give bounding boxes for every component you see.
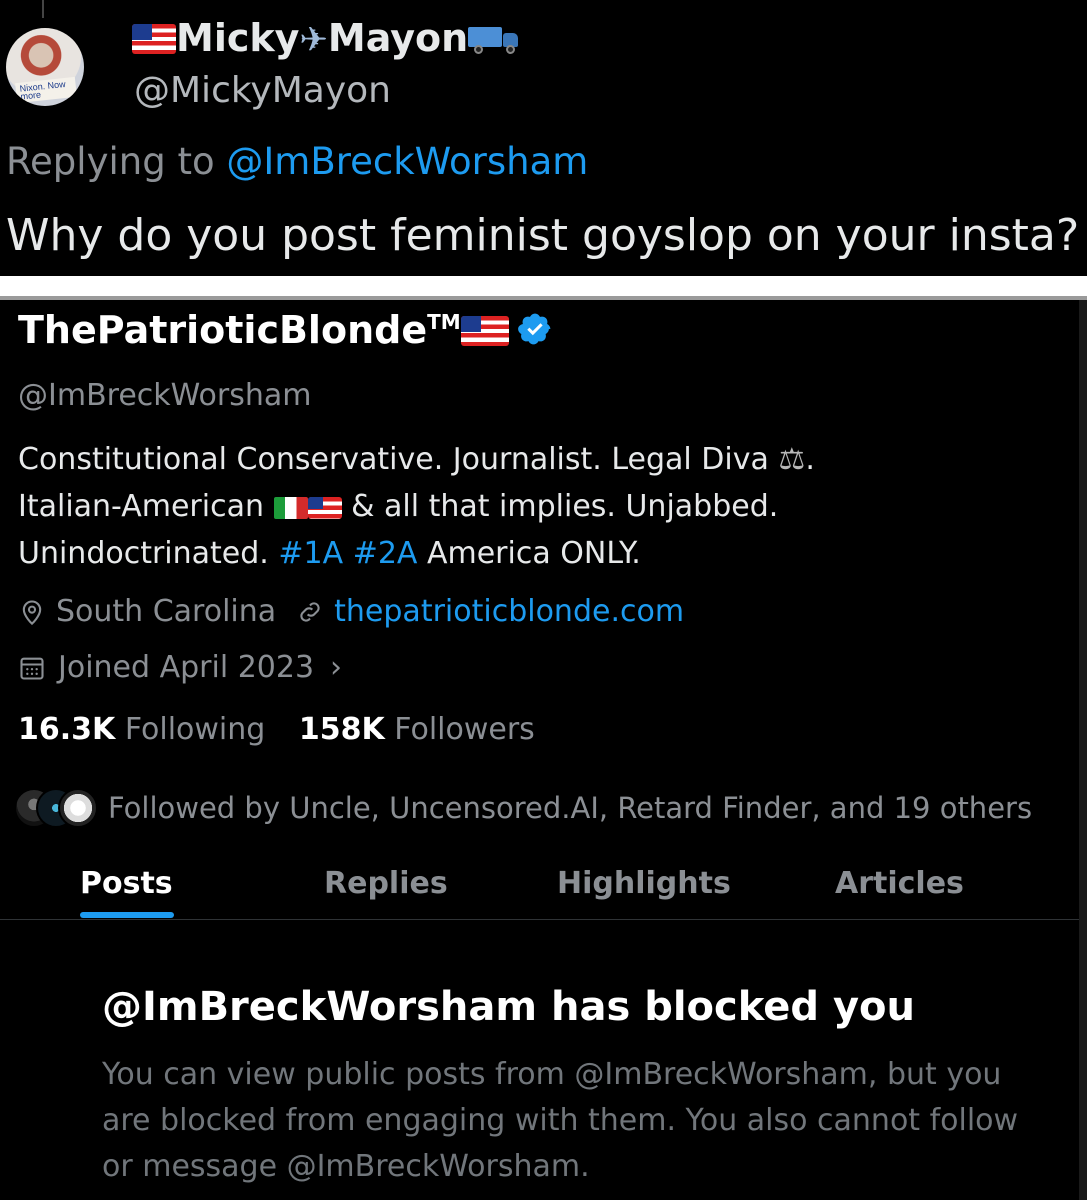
tab-highlights[interactable]: Highlights <box>557 866 731 901</box>
scales-icon: ⚖ <box>778 442 806 477</box>
trademark: TM <box>427 310 461 334</box>
reply-tweet: Nixon. Now more Micky✈Mayon @MickyMayon … <box>0 0 1087 276</box>
bio-line3-start: Unindoctrinated. <box>18 536 279 571</box>
display-name-part2: Mayon <box>327 16 469 60</box>
hashtag-2a[interactable]: #2A <box>353 536 418 571</box>
replying-to-link[interactable]: @ImBreckWorsham <box>226 140 588 183</box>
location-pin-icon <box>22 600 42 625</box>
separator <box>0 276 1087 302</box>
profile-tabs: Posts Replies Highlights Articles <box>0 856 1079 920</box>
avatar-sign: Nixon. Now more <box>15 76 77 104</box>
followers-stat[interactable]: 158K Followers <box>299 712 535 747</box>
profile-panel: ThePatrioticBlondeTM @ImBreckWorsham Con… <box>0 300 1087 1200</box>
italy-flag-icon <box>273 497 308 519</box>
follow-stats: 16.3K Following 158K Followers <box>18 712 559 747</box>
following-count: 16.3K <box>18 712 116 747</box>
reply-text: Why do you post feminist goyslop on your… <box>6 210 1080 261</box>
reply-display-name[interactable]: Micky✈Mayon <box>132 16 520 60</box>
bio-line3-end: America ONLY. <box>417 536 641 571</box>
tab-posts[interactable]: Posts <box>80 866 173 901</box>
thread-line <box>42 0 44 18</box>
blocked-notice-title: @ImBreckWorsham has blocked you <box>102 984 915 1030</box>
active-tab-indicator <box>80 912 174 918</box>
following-stat[interactable]: 16.3K Following <box>18 712 265 747</box>
profile-meta-location-website: South Carolina thepatrioticblonde.com <box>18 594 684 629</box>
reply-handle[interactable]: @MickyMayon <box>134 70 391 111</box>
chevron-right-icon: › <box>330 650 343 685</box>
profile-meta-joined[interactable]: Joined April 2023 › <box>18 650 342 685</box>
truck-icon <box>468 25 520 54</box>
calendar-icon <box>20 657 44 680</box>
tab-replies[interactable]: Replies <box>324 866 448 901</box>
display-name-part1: Micky <box>176 16 300 60</box>
replying-prefix: Replying to <box>6 140 227 183</box>
hashtag-1a[interactable]: #1A <box>278 536 343 571</box>
bio-line1-end: . <box>805 442 815 477</box>
avatar[interactable]: Nixon. Now more <box>6 28 84 106</box>
profile-display-name: ThePatrioticBlondeTM <box>18 308 553 352</box>
us-flag-icon <box>460 316 509 346</box>
following-label: Following <box>124 712 266 747</box>
us-flag-icon <box>307 497 342 519</box>
us-flag-icon <box>132 24 176 54</box>
website-link[interactable]: thepatrioticblonde.com <box>334 594 684 629</box>
link-icon <box>300 601 320 622</box>
followers-label: Followers <box>394 712 535 747</box>
bio-line2-end: & all that implies. Unjabbed. <box>341 489 779 524</box>
location-text: South Carolina <box>56 594 277 629</box>
mutual-avatar <box>58 788 98 828</box>
followed-by-row[interactable]: Followed by Uncle, Uncensored.AI, Retard… <box>14 788 1032 828</box>
verified-badge-icon[interactable] <box>517 311 553 347</box>
followers-count: 158K <box>298 712 385 747</box>
bio-line1: Constitutional Conservative. Journalist.… <box>18 442 779 477</box>
tab-articles[interactable]: Articles <box>835 866 964 901</box>
profile-name-text: ThePatrioticBlonde <box>18 308 428 352</box>
profile-handle: @ImBreckWorsham <box>18 378 312 413</box>
profile-bio: Constitutional Conservative. Journalist.… <box>18 436 815 577</box>
joined-text: Joined April 2023 <box>58 650 315 685</box>
blocked-notice-body: You can view public posts from @ImBreckW… <box>102 1057 1019 1184</box>
replying-to-line: Replying to @ImBreckWorsham <box>6 140 588 183</box>
followed-by-text: Followed by Uncle, Uncensored.AI, Retard… <box>108 791 1033 825</box>
bio-line2-start: Italian-American <box>18 489 274 524</box>
airplane-icon: ✈ <box>299 20 328 60</box>
